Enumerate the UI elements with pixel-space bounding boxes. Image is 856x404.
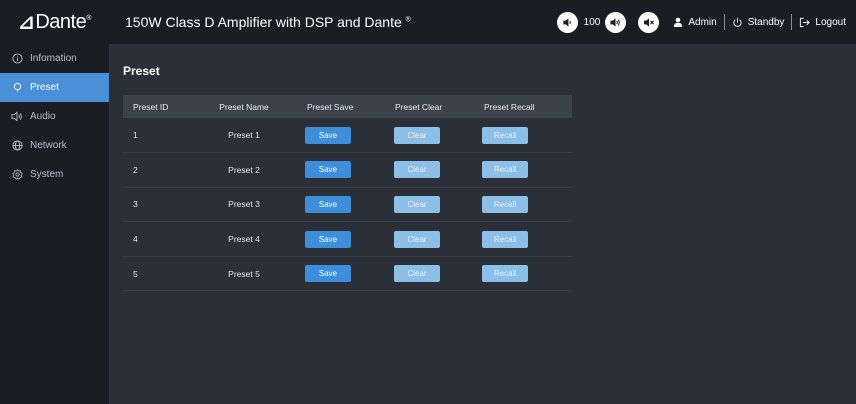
logo-mark: ⊿ [18,11,35,34]
table-row: 4 Preset 4 Save Clear Recall [123,222,572,257]
speaker-icon [11,111,23,123]
globe-icon [11,140,23,152]
preset-id: 1 [133,130,138,141]
header-preset-id: Preset ID [133,101,169,112]
save-button[interactable]: Save [305,126,351,144]
top-controls: 100 Admin Standby Logout [556,0,846,44]
preset-icon [11,82,23,94]
preset-id: 3 [133,199,138,210]
table-row: 1 Preset 1 Save Clear Recall [123,118,572,153]
app-title: 150W Class D Amplifier with DSP and Dant… [125,14,411,30]
header-preset-name: Preset Name [219,101,269,112]
logout-button[interactable]: Logout [799,17,846,28]
standby-label: Standby [747,16,785,28]
power-icon [733,17,742,27]
header-preset-save: Preset Save [307,101,354,112]
gear-icon [11,169,23,181]
dante-logo: ⊿ Dante ® [0,0,109,44]
sidebar-item-information[interactable]: Infomation [0,44,109,73]
sidebar-item-audio[interactable]: Audio [0,102,109,131]
recall-button[interactable]: Recall [482,265,528,283]
preset-name: Preset 5 [228,268,260,279]
logout-label: Logout [815,16,846,28]
divider [791,14,793,30]
table-row: 3 Preset 3 Save Clear Recall [123,187,572,222]
mute-button[interactable] [638,11,660,33]
preset-id: 2 [133,164,138,175]
sidebar-item-network[interactable]: Network [0,131,109,160]
volume-up-button[interactable] [605,11,627,33]
sidebar-item-label: Preset [30,82,59,93]
sidebar-item-system[interactable]: System [0,160,109,189]
preset-name: Preset 1 [228,130,260,141]
clear-button[interactable]: Clear [394,230,440,248]
sidebar-item-label: Network [30,140,67,151]
user-icon [674,17,683,27]
info-icon [11,53,23,65]
recall-button[interactable]: Recall [482,230,528,248]
standby-button[interactable]: Standby [732,16,785,28]
recall-button[interactable]: Recall [482,161,528,179]
save-button[interactable]: Save [305,230,351,248]
header-preset-recall: Preset Recall [484,101,535,112]
volume-down-button[interactable] [556,11,578,33]
logout-icon [800,17,811,27]
recall-button[interactable]: Recall [482,195,528,213]
top-bar: 150W Class D Amplifier with DSP and Dant… [109,0,856,44]
save-button[interactable]: Save [305,161,351,179]
sidebar-item-preset[interactable]: Preset [0,73,109,102]
volume-down-icon [563,17,571,27]
app-title-registered: ® [405,16,411,24]
preset-name: Preset 4 [228,234,260,245]
table-row: 2 Preset 2 Save Clear Recall [123,153,572,188]
sidebar-item-label: Audio [30,111,56,122]
header-preset-clear: Preset Clear [395,101,443,112]
mute-icon [643,17,654,27]
preset-id: 4 [133,234,138,245]
preset-name: Preset 2 [228,164,260,175]
preset-name: Preset 3 [228,199,260,210]
clear-button[interactable]: Clear [394,126,440,144]
app-title-text: 150W Class D Amplifier with DSP and Dant… [125,14,402,30]
recall-button[interactable]: Recall [482,126,528,144]
clear-button[interactable]: Clear [394,195,440,213]
user-menu[interactable]: Admin [673,16,717,28]
sidebar-item-label: System [30,169,64,180]
volume-up-icon [610,17,621,27]
preset-table: Preset ID Preset Name Preset Save Preset… [123,95,572,291]
page-title: Preset [123,64,160,78]
logo-text: Dante [35,10,87,33]
save-button[interactable]: Save [305,265,351,283]
table-row: 5 Preset 5 Save Clear Recall [123,256,572,291]
save-button[interactable]: Save [305,195,351,213]
sidebar: ⊿ Dante ® Infomation Preset Audio Networ… [0,0,109,404]
main-content: Preset Preset ID Preset Name Preset Save… [109,44,856,404]
clear-button[interactable]: Clear [394,161,440,179]
divider [723,14,725,30]
volume-value: 100 [583,16,601,28]
table-header-row: Preset ID Preset Name Preset Save Preset… [123,95,572,118]
logo-registered: ® [86,14,91,22]
sidebar-item-label: Infomation [30,53,77,64]
preset-id: 5 [133,268,138,279]
user-label: Admin [688,16,717,28]
clear-button[interactable]: Clear [394,265,440,283]
